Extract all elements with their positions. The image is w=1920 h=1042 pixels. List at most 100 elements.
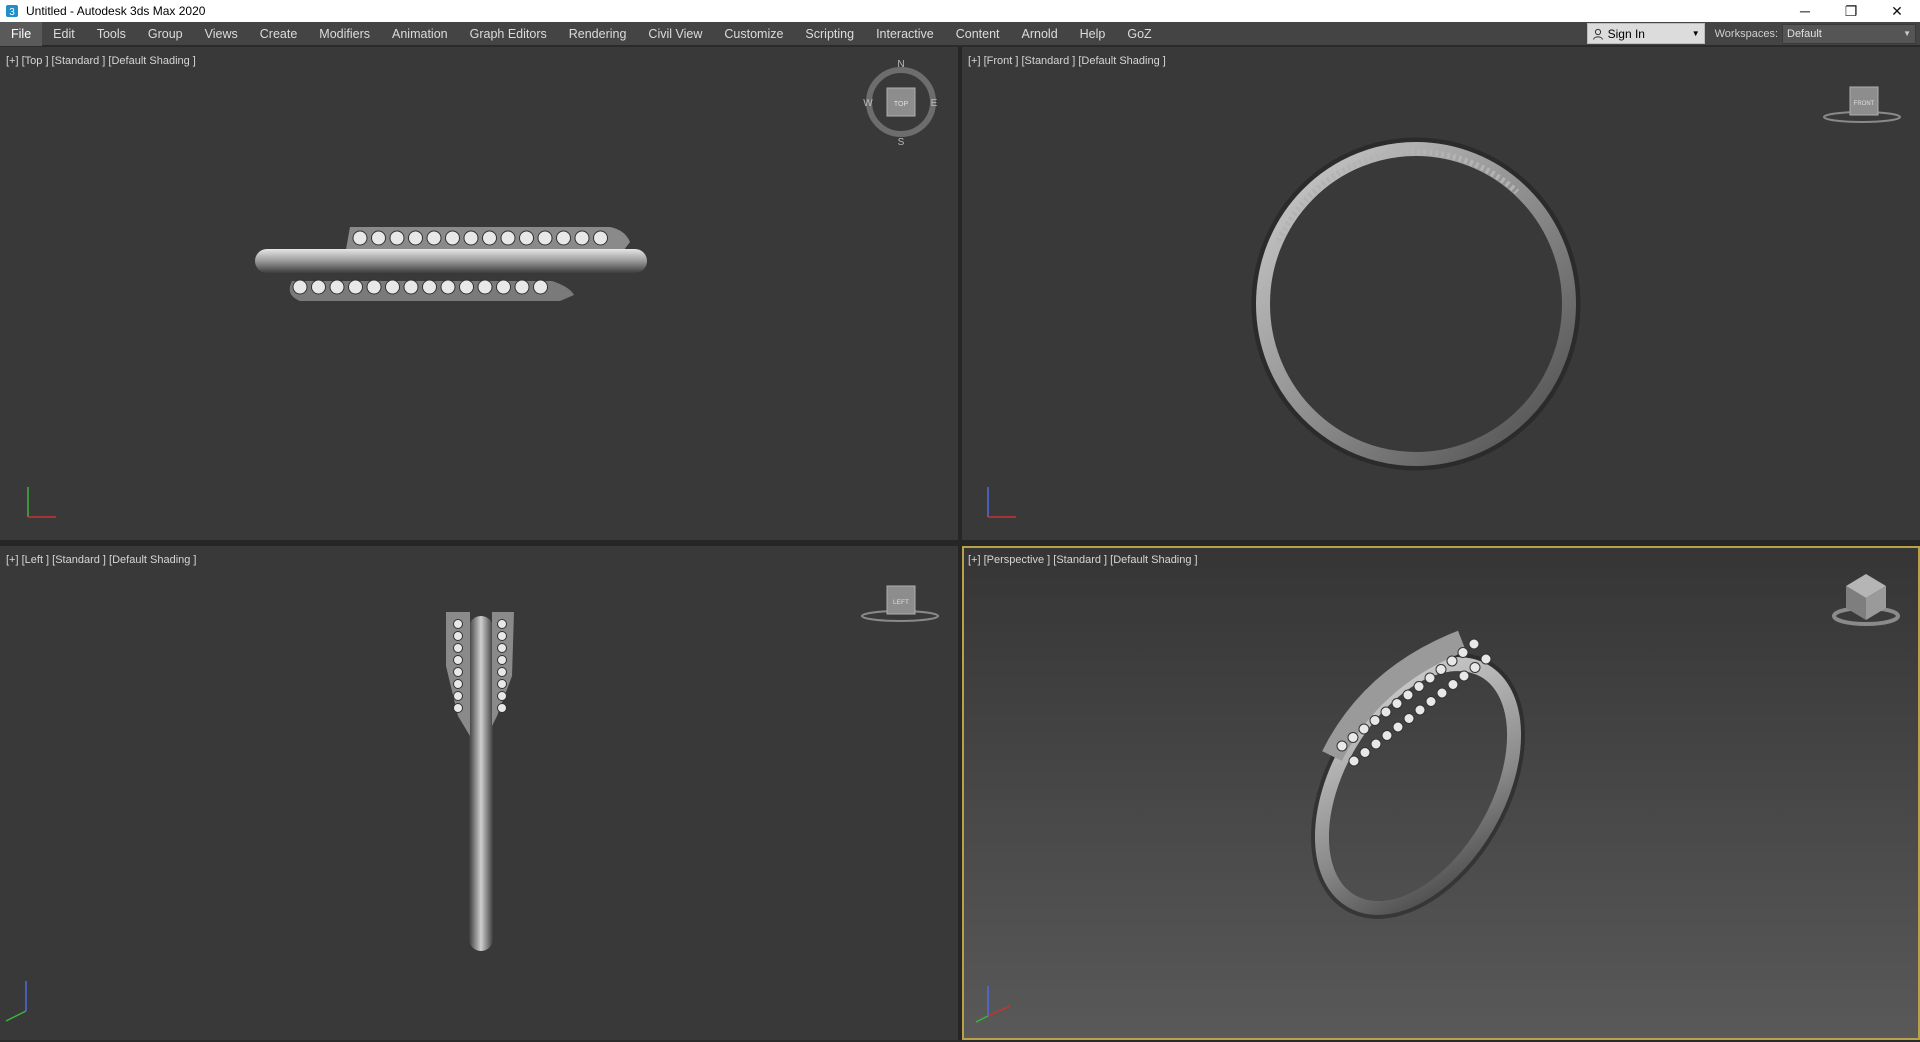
viewcube[interactable]: FRONT xyxy=(1823,86,1901,123)
menu-views[interactable]: Views xyxy=(194,22,249,46)
menu-modifiers[interactable]: Modifiers xyxy=(308,22,381,46)
compass-west: W xyxy=(863,98,873,109)
minimize-button[interactable]: ─ xyxy=(1782,0,1828,22)
viewcube-face-label: TOP xyxy=(894,101,909,108)
stone xyxy=(1447,679,1459,690)
close-button[interactable]: ✕ xyxy=(1874,0,1920,22)
menu-tools[interactable]: Tools xyxy=(86,22,137,46)
stone xyxy=(440,279,456,295)
viewcube-face-label: LEFT xyxy=(893,599,909,606)
menu-civil-view[interactable]: Civil View xyxy=(637,22,713,46)
stone xyxy=(1347,732,1359,743)
stone xyxy=(453,703,463,713)
workspaces-select[interactable]: Default ▼ xyxy=(1782,23,1916,44)
stone xyxy=(556,230,571,246)
axis-tripod-icon xyxy=(975,986,1011,1023)
sign-in-dropdown[interactable]: Sign In ▼ xyxy=(1586,23,1705,44)
menu-help[interactable]: Help xyxy=(1069,22,1117,46)
stone xyxy=(1435,664,1447,675)
stone xyxy=(497,703,507,713)
stone xyxy=(1391,698,1403,709)
stone xyxy=(385,279,400,295)
viewport-perspective[interactable]: [+] [Perspective ] [Standard ] [Default … xyxy=(962,546,1920,1040)
stone xyxy=(482,230,497,246)
stone xyxy=(1468,638,1480,650)
axis-tripod-icon xyxy=(27,487,56,518)
viewcube[interactable]: LEFT xyxy=(861,585,939,622)
stone xyxy=(463,230,479,246)
menu-group[interactable]: Group xyxy=(137,22,194,46)
stone xyxy=(497,631,507,641)
menu-bar: File Edit Tools Group Views Create Modifiers An… xyxy=(0,21,1920,46)
stone xyxy=(1392,721,1404,733)
stone xyxy=(311,279,326,295)
stone xyxy=(1469,662,1481,673)
ring-model-front[interactable] xyxy=(1251,137,1581,471)
menu-goz[interactable]: GoZ xyxy=(1116,22,1162,46)
stone xyxy=(477,279,493,295)
menu-graph-editors[interactable]: Graph Editors xyxy=(459,22,558,46)
stone xyxy=(453,691,463,701)
menu-interactive[interactable]: Interactive xyxy=(865,22,945,46)
menu-arnold[interactable]: Arnold xyxy=(1011,22,1069,46)
viewport-label-left[interactable]: [+] [Left ] [Standard ] [Default Shading… xyxy=(6,554,196,566)
menu-file[interactable]: File xyxy=(0,21,43,46)
axis-tripod-icon xyxy=(987,487,1016,518)
viewport-front[interactable]: FRONT [+] [Front ] [Standard ] [Default … xyxy=(962,47,1920,540)
stone xyxy=(1359,747,1371,758)
menu-edit[interactable]: Edit xyxy=(42,22,86,46)
stone xyxy=(1370,738,1382,750)
stone xyxy=(453,667,463,677)
stone xyxy=(537,230,553,246)
viewport-left[interactable]: LEFT [+] [Left ] [Standard ] [Default Sh… xyxy=(0,546,958,1040)
stone xyxy=(453,619,463,629)
stone xyxy=(496,279,511,295)
stone xyxy=(497,655,507,665)
viewcube[interactable] xyxy=(1832,574,1900,626)
stone xyxy=(366,279,382,295)
stone xyxy=(497,691,507,701)
svg-text:3: 3 xyxy=(9,7,15,18)
stone xyxy=(1458,670,1470,682)
stone xyxy=(1336,740,1348,752)
stone xyxy=(1425,696,1437,707)
compass-east: E xyxy=(931,98,938,109)
stone xyxy=(453,655,463,665)
menubar-right: Sign In ▼ Workspaces: Default ▼ xyxy=(1586,22,1920,46)
viewport-label-front[interactable]: [+] [Front ] [Standard ] [Default Shadin… xyxy=(968,55,1166,67)
menu-rendering[interactable]: Rendering xyxy=(558,22,638,46)
stone xyxy=(1348,755,1360,767)
stone xyxy=(329,279,345,295)
viewport-label-perspective[interactable]: [+] [Perspective ] [Standard ] [Default … xyxy=(968,554,1198,566)
stone xyxy=(1414,704,1426,716)
stone xyxy=(408,230,423,246)
stone xyxy=(459,279,474,295)
menu-animation[interactable]: Animation xyxy=(381,22,459,46)
menu-customize[interactable]: Customize xyxy=(713,22,794,46)
viewcube-face-label: FRONT xyxy=(1854,101,1875,107)
stone xyxy=(348,279,363,295)
viewcube-compass[interactable]: TOP N S E W xyxy=(863,59,937,148)
menu-scripting[interactable]: Scripting xyxy=(794,22,865,46)
menu-content[interactable]: Content xyxy=(945,22,1011,46)
stone xyxy=(500,230,516,246)
viewport-divider-horizontal[interactable] xyxy=(0,540,1920,546)
viewport-label-top[interactable]: [+] [Top ] [Standard ] [Default Shading … xyxy=(6,55,196,67)
compass-south: S xyxy=(898,137,905,148)
3ds-max-icon[interactable]: 3 xyxy=(4,3,20,19)
viewport-top[interactable]: TOP N S E W [+] [Top ] [Standard ] [Defa… xyxy=(0,47,958,540)
stone xyxy=(1436,687,1448,699)
ring-model-top[interactable] xyxy=(255,227,647,301)
left-view-canvas: LEFT xyxy=(5,585,939,1022)
perspective-view-canvas xyxy=(975,574,1900,1023)
stone xyxy=(389,230,405,246)
ring-model-left[interactable] xyxy=(446,612,514,951)
stone xyxy=(1403,713,1415,724)
workspaces-label: Workspaces: xyxy=(1714,27,1778,40)
stone xyxy=(453,643,463,653)
stone xyxy=(1446,655,1458,667)
menu-create[interactable]: Create xyxy=(249,22,309,46)
ring-model-perspective[interactable] xyxy=(1279,628,1556,944)
restore-button[interactable]: ❐ xyxy=(1828,0,1874,22)
stone xyxy=(453,679,463,689)
